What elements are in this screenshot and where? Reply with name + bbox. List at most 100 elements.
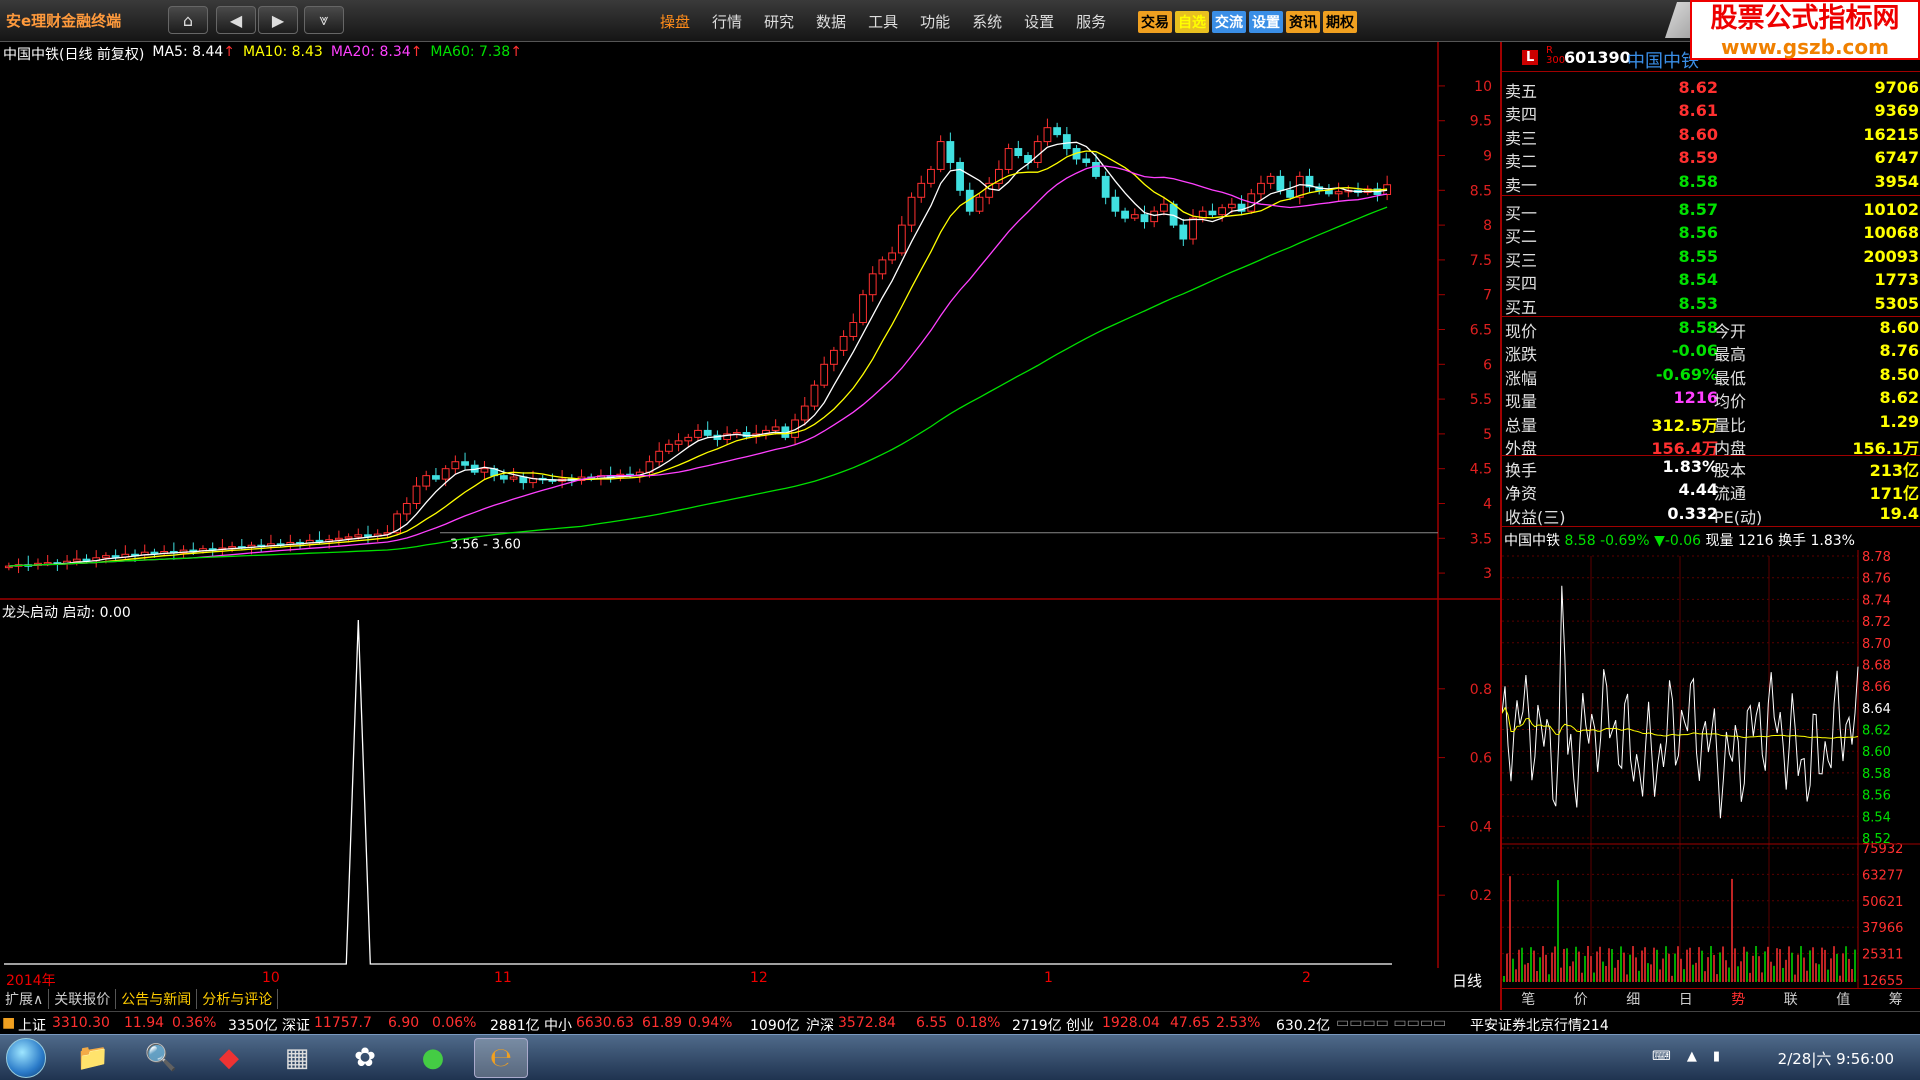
quote-row[interactable]: 卖三 8.60 16215: [1502, 125, 1920, 148]
quote-row[interactable]: 卖四 8.61 9369: [1502, 101, 1920, 124]
candle-body: [810, 384, 819, 407]
stat-label: 总量: [1505, 415, 1538, 435]
intraday-tab-6[interactable]: 值: [1817, 989, 1870, 1008]
y-tick-label: 0.8: [1470, 682, 1492, 698]
stock-name[interactable]: 中国中铁: [1627, 47, 1699, 73]
ma10-label: MA10: 8.43: [243, 44, 323, 60]
ma60-label: MA60: 7.38: [430, 44, 511, 60]
back-arrow-icon[interactable]: ◀: [216, 6, 256, 34]
intraday-chart[interactable]: 8.78 8.76 8.74 8.72 8.70 8.68 8.66 8.64 8.62 8.60…: [1502, 550, 1920, 988]
start-button[interactable]: [6, 1038, 46, 1078]
watermark-logo: 股票公式指标网 www.gszb.com: [1690, 0, 1920, 60]
ma5-line: [8, 141, 1388, 567]
candle-body: [820, 363, 829, 386]
ticker-sh-index: 3310.30: [52, 1015, 110, 1031]
ticker-cy-name[interactable]: 创业: [1066, 1015, 1094, 1035]
network-icon[interactable]: ▮: [1713, 1049, 1720, 1064]
price-tick: 8.68: [1862, 658, 1891, 673]
taskbar: 📁 🔍 ◆ ▦ ✿ ● ℮ ⌨ ▲ ▮ 2/28|六 9:56:00: [0, 1034, 1920, 1080]
quote-label: 买五: [1505, 297, 1538, 317]
quote-row[interactable]: 买一 8.57 10102: [1502, 200, 1920, 223]
menu-item-2[interactable]: 研究: [764, 11, 794, 32]
candle-body: [829, 349, 838, 365]
period-label[interactable]: 日线: [1452, 970, 1482, 991]
quote-row[interactable]: 卖一 8.58 3954: [1502, 172, 1920, 195]
bottom-tab-3[interactable]: 分析与评论: [197, 989, 279, 1009]
ticker-hs-name[interactable]: 沪深: [806, 1015, 834, 1035]
quote-row[interactable]: 买二 8.56 10068: [1502, 223, 1920, 246]
color-app-icon[interactable]: ●: [406, 1038, 460, 1078]
intraday-tab-0[interactable]: 笔: [1502, 989, 1555, 1008]
ticker-sz-pct: 0.06%: [432, 1015, 477, 1031]
quick-button-5[interactable]: 期权: [1323, 11, 1357, 33]
stat-row: 现价 8.58 今开 8.60: [1502, 318, 1920, 341]
menu-item-4[interactable]: 工具: [868, 11, 898, 32]
calculator-icon[interactable]: ▦: [270, 1038, 324, 1078]
candle-body: [927, 168, 935, 184]
indicator-chart[interactable]: 0.2 0.4 0.6 0.8: [0, 600, 1500, 968]
stat-label: 现量: [1505, 392, 1538, 412]
ticker-zx-name[interactable]: 中小: [544, 1015, 572, 1035]
menu-item-7[interactable]: 设置: [1024, 11, 1054, 32]
quote-row[interactable]: 买五 8.53 5305: [1502, 294, 1920, 317]
stat-value: 1.83%: [1662, 457, 1718, 476]
candle-body: [1150, 210, 1159, 223]
menu-item-1[interactable]: 行情: [712, 11, 742, 32]
bottom-tab-0[interactable]: 扩展∧: [0, 989, 50, 1009]
quote-price: 8.57: [1678, 200, 1718, 219]
home-icon[interactable]: ⌂: [168, 6, 208, 34]
volume-tick: 37966: [1862, 921, 1903, 936]
volume-tick: 12655: [1862, 974, 1903, 988]
intraday-tab-5[interactable]: 联: [1765, 989, 1818, 1008]
intraday-tab-1[interactable]: 价: [1555, 989, 1608, 1008]
quick-button-3[interactable]: 设置: [1249, 11, 1283, 33]
menu-item-0[interactable]: 操盘: [660, 11, 690, 32]
folder-icon[interactable]: 📁: [66, 1038, 120, 1078]
quote-row[interactable]: 买三 8.55 20093: [1502, 247, 1920, 270]
quick-button-0[interactable]: 交易: [1138, 11, 1172, 33]
intraday-tab-7[interactable]: 筹: [1870, 989, 1920, 1008]
keyboard-icon[interactable]: ⌨: [1652, 1049, 1671, 1064]
fox-app-icon[interactable]: ✿: [338, 1038, 392, 1078]
quick-button-4[interactable]: 资讯: [1286, 11, 1320, 33]
candle-body: [664, 443, 673, 452]
quote-row[interactable]: 卖二 8.59 6747: [1502, 148, 1920, 171]
stat-value: 213亿: [1869, 461, 1919, 480]
y-tick-label: 3: [1483, 566, 1492, 582]
candle-body: [1062, 134, 1071, 150]
date-label: 12: [750, 970, 768, 986]
candle-body: [800, 405, 809, 421]
forward-arrow-icon[interactable]: ▶: [258, 6, 298, 34]
quote-row[interactable]: 买四 8.54 1773: [1502, 270, 1920, 293]
y-tick-label: 4.5: [1470, 462, 1492, 478]
tray-arrow-icon[interactable]: ▲: [1687, 1049, 1697, 1064]
quote-volume: 5305: [1874, 293, 1919, 313]
menu-item-3[interactable]: 数据: [816, 11, 846, 32]
menu-item-6[interactable]: 系统: [972, 11, 1002, 32]
trading-app-icon[interactable]: ℮: [474, 1038, 528, 1078]
quote-volume: 9369: [1874, 101, 1919, 121]
menu-item-8[interactable]: 服务: [1076, 11, 1106, 32]
search-app-icon[interactable]: 🔍: [134, 1038, 188, 1078]
ticker-sz-name[interactable]: 深证: [282, 1015, 310, 1035]
clock[interactable]: 2/28|六 9:56:00: [1778, 1048, 1894, 1069]
bottom-tab-1[interactable]: 关联报价: [49, 989, 117, 1009]
ticker-sh-name[interactable]: 上证: [18, 1015, 46, 1035]
quote-row[interactable]: 卖五 8.62 9706: [1502, 78, 1920, 101]
menu-item-5[interactable]: 功能: [920, 11, 950, 32]
stat-label: 今开: [1714, 322, 1747, 341]
expand-down-icon[interactable]: ⩔: [304, 6, 344, 34]
candle-body: [888, 252, 897, 261]
intraday-tab-3[interactable]: 日: [1660, 989, 1713, 1008]
app-icon-red[interactable]: ◆: [202, 1038, 256, 1078]
stat-row: 净资 4.44 流通 171亿: [1502, 480, 1920, 503]
kline-chart[interactable]: 3 3.5 4 4.5 5 5.5 6 6.5 7 7.5 8 8.5 9 9.5 10 3.56 - 3.6…: [0, 42, 1500, 600]
quick-button-1[interactable]: 自选: [1175, 11, 1209, 33]
quick-button-2[interactable]: 交流: [1212, 11, 1246, 33]
candle-body: [1130, 214, 1139, 219]
bottom-tab-2[interactable]: 公告与新闻: [116, 989, 198, 1009]
intraday-tab-4[interactable]: 势: [1712, 989, 1765, 1008]
quote-label: 买三: [1505, 250, 1538, 270]
intraday-tab-2[interactable]: 细: [1607, 989, 1660, 1008]
stat-value: 19.4: [1879, 503, 1919, 523]
